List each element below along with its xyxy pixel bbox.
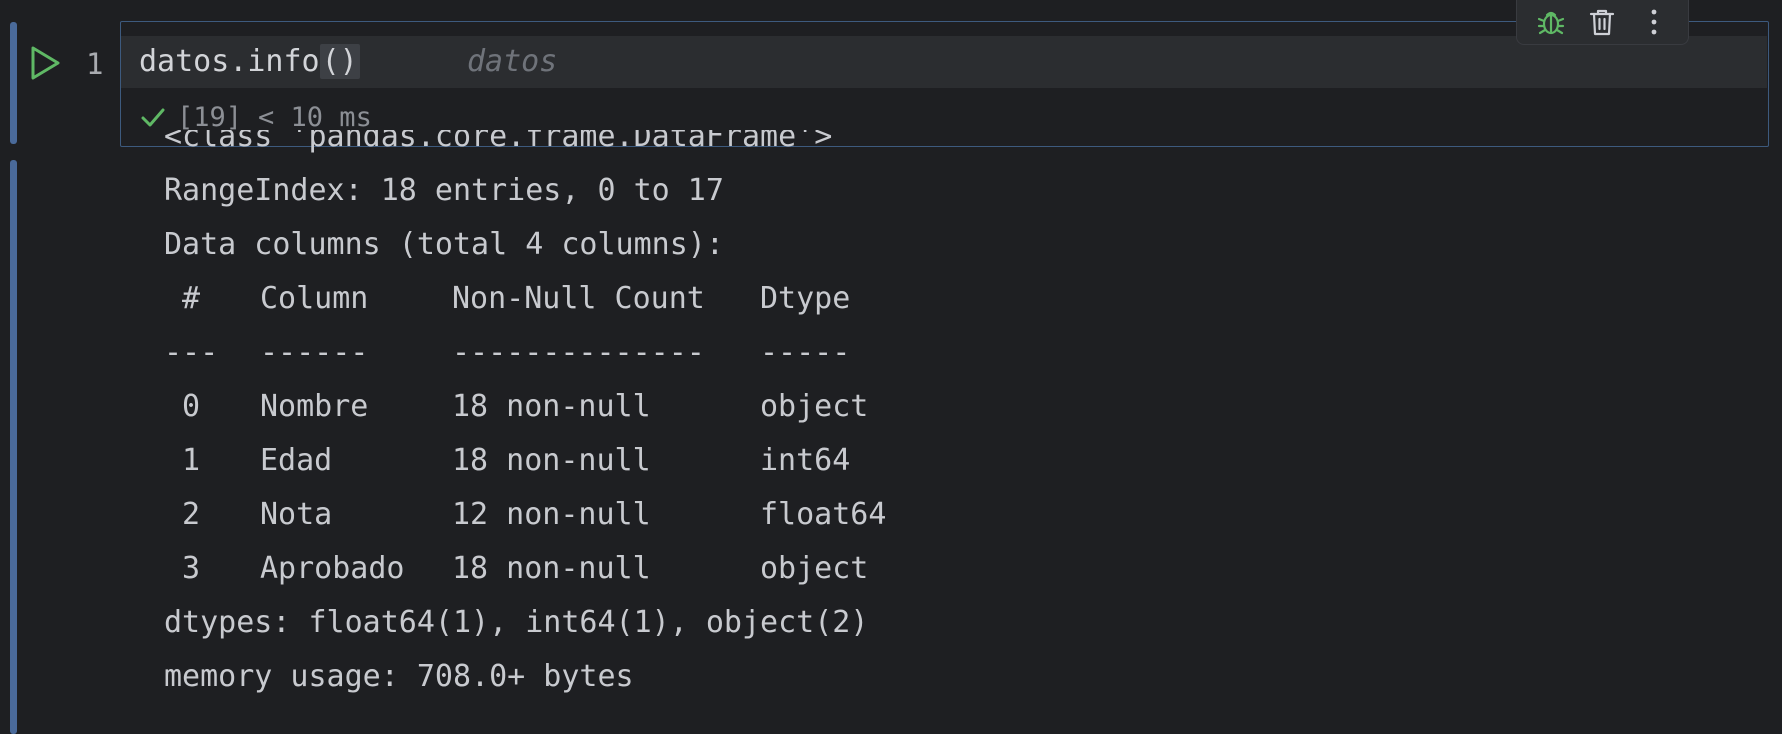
more-actions-button[interactable]: [1636, 4, 1672, 40]
header-column: Column: [260, 281, 369, 316]
more-vertical-icon: [1651, 9, 1657, 35]
row-idx: 0: [182, 389, 201, 424]
play-icon: [31, 46, 60, 80]
inline-hint: datos: [467, 44, 558, 79]
row-dtype: float64: [760, 497, 887, 532]
info-table: # Column Non-Null Count Dtype --- ------…: [164, 272, 960, 596]
row-column: Nota: [260, 497, 333, 532]
row-column: Edad: [260, 443, 333, 478]
notebook-editor: 1 datos.info() datos [19] < 10 ms <class…: [0, 0, 1782, 734]
output-memory: memory usage: 708.0+ bytes: [164, 659, 634, 694]
row-dtype: int64: [760, 443, 851, 478]
row-non-null: 18 non-null: [452, 551, 651, 586]
bug-icon: [1537, 11, 1564, 35]
row-idx: 2: [182, 497, 201, 532]
info-table-separator: --- ------ -------------- -----: [164, 326, 960, 380]
trash-icon: [1590, 9, 1615, 36]
delete-cell-button[interactable]: [1584, 4, 1620, 40]
row-column: Nombre: [260, 389, 369, 424]
output-dtypes: dtypes: float64(1), int64(1), object(2): [164, 605, 869, 640]
output-data-columns: Data columns (total 4 columns):: [164, 227, 724, 262]
header-dtype: Dtype: [760, 281, 851, 316]
code-call: datos.info: [139, 44, 320, 79]
row-non-null: 18 non-null: [452, 389, 651, 424]
row-dtype: object: [760, 389, 869, 424]
row-dtype: object: [760, 551, 869, 586]
output-gutter-marker[interactable]: [10, 160, 17, 734]
cell-toolbar: [1516, 0, 1689, 45]
code-parens: (): [319, 44, 360, 79]
run-cell-button[interactable]: [28, 45, 62, 81]
cell-output: <class 'pandas.core.frame.DataFrame'> Ra…: [164, 130, 1744, 720]
row-idx: 3: [182, 551, 201, 586]
line-number: 1: [86, 47, 104, 81]
row-column: Aprobado: [260, 551, 405, 586]
sep-idx: ---: [164, 335, 219, 370]
output-range-index: RangeIndex: 18 entries, 0 to 17: [164, 173, 724, 208]
sep-dtype: -----: [760, 335, 851, 370]
table-row: 1 Edad 18 non-null int64: [164, 434, 960, 488]
table-row: 0 Nombre 18 non-null object: [164, 380, 960, 434]
row-idx: 1: [182, 443, 201, 478]
sep-column: ------: [260, 335, 369, 370]
debug-cell-button[interactable]: [1533, 4, 1569, 40]
cell-gutter-marker[interactable]: [10, 22, 17, 144]
code-text[interactable]: datos.info(): [139, 44, 360, 80]
execution-time: < 10 ms: [258, 101, 372, 133]
header-idx: #: [182, 281, 201, 316]
table-row: 3 Aprobado 18 non-null object: [164, 542, 960, 596]
execution-status: [19] < 10 ms: [139, 100, 372, 134]
header-non-null: Non-Null Count: [452, 281, 705, 316]
row-non-null: 18 non-null: [452, 443, 651, 478]
check-icon: [141, 108, 165, 127]
execution-count: [19]: [177, 101, 243, 133]
info-table-header: # Column Non-Null Count Dtype: [164, 272, 960, 326]
sep-non-null: --------------: [452, 335, 705, 370]
output-class-line: <class 'pandas.core.frame.DataFrame'>: [164, 130, 833, 154]
table-row: 2 Nota 12 non-null float64: [164, 488, 960, 542]
row-non-null: 12 non-null: [452, 497, 651, 532]
